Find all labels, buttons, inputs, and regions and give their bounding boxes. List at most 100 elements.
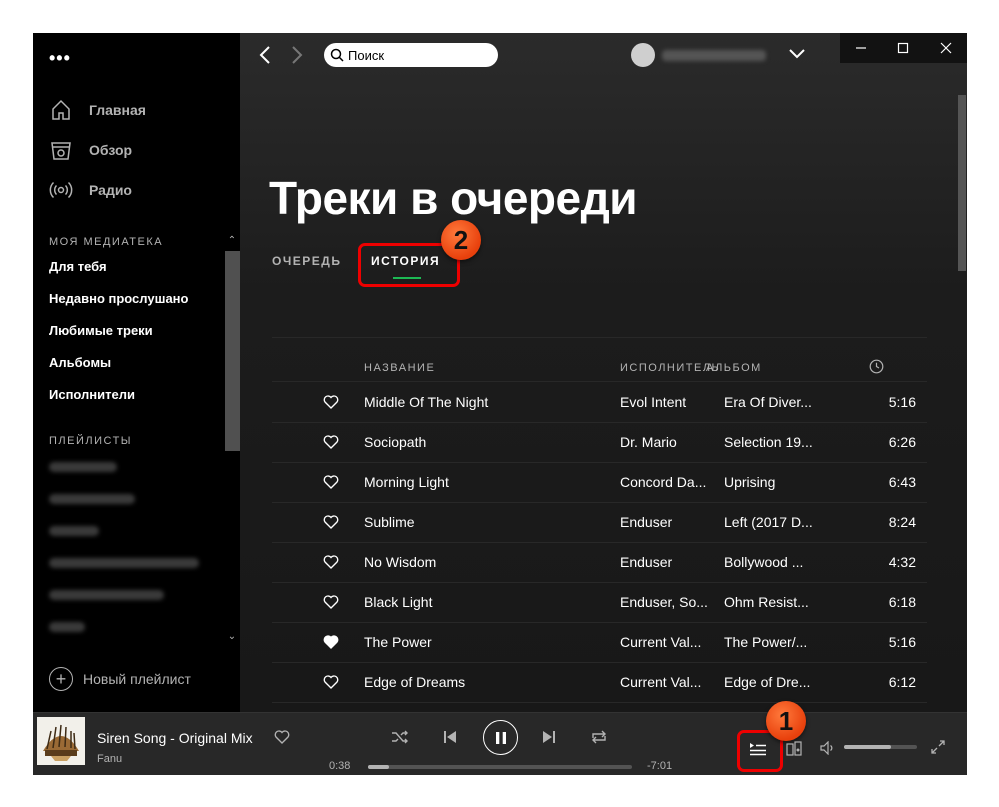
- track-artist[interactable]: Enduser: [620, 554, 718, 570]
- username-blurred[interactable]: [662, 50, 766, 61]
- now-playing-title[interactable]: Siren Song - Original Mix: [97, 730, 253, 746]
- library-item-recent[interactable]: Недавно прослушано: [49, 291, 188, 306]
- playlist-item-blurred[interactable]: [49, 526, 99, 536]
- track-artist[interactable]: Enduser: [620, 514, 718, 530]
- track-artist[interactable]: Current Val...: [620, 674, 718, 690]
- track-row[interactable]: Sociopath Dr. Mario Selection 19... 6:26: [272, 422, 927, 463]
- annotation-badge-1: 1: [766, 701, 806, 741]
- volume-slider[interactable]: [844, 745, 917, 749]
- sidebar-scroll-up-icon[interactable]: ⌃: [225, 235, 239, 246]
- home-icon: [52, 99, 70, 120]
- heart-icon[interactable]: [322, 633, 340, 651]
- track-album[interactable]: Ohm Resist...: [724, 594, 822, 610]
- back-arrow-icon[interactable]: [258, 44, 272, 71]
- track-title[interactable]: Middle Of The Night: [364, 394, 488, 410]
- volume-icon[interactable]: [818, 738, 838, 758]
- track-row[interactable]: Edge of Dreams Current Val... Edge of Dre.…: [272, 662, 927, 703]
- track-title[interactable]: Morning Light: [364, 474, 449, 490]
- track-duration: 6:43: [888, 474, 916, 490]
- menu-ellipsis-icon[interactable]: •••: [49, 48, 71, 69]
- heart-icon[interactable]: [322, 673, 340, 691]
- nav-home[interactable]: Главная: [49, 98, 146, 122]
- shuffle-icon[interactable]: [390, 727, 410, 747]
- track-title[interactable]: The Power: [364, 634, 432, 650]
- playlist-item-blurred[interactable]: [49, 622, 85, 632]
- track-row[interactable]: No Wisdom Enduser Bollywood ... 4:32: [272, 542, 927, 583]
- sidebar-scrollbar[interactable]: [225, 251, 240, 451]
- track-row[interactable]: Sublime Enduser Left (2017 D... 8:24: [272, 502, 927, 543]
- now-playing-artist[interactable]: Fanu: [97, 753, 122, 765]
- heart-icon[interactable]: [322, 553, 340, 571]
- forward-arrow-icon[interactable]: [290, 44, 304, 71]
- pause-button[interactable]: [483, 720, 518, 755]
- nav-browse[interactable]: Обзор: [49, 138, 132, 162]
- annotation-badge-2: 2: [441, 220, 481, 260]
- album-cover[interactable]: [37, 717, 85, 765]
- search-input[interactable]: Поиск: [324, 43, 498, 67]
- close-icon[interactable]: [925, 33, 967, 63]
- plus-icon: +: [49, 667, 73, 691]
- progress-bar[interactable]: [368, 765, 632, 769]
- maximize-icon[interactable]: [882, 33, 924, 63]
- track-duration: 6:26: [888, 434, 916, 450]
- track-title[interactable]: Black Light: [364, 594, 432, 610]
- heart-icon[interactable]: [322, 513, 340, 531]
- track-row[interactable]: Morning Light Concord Da... Uprising 6:43: [272, 462, 927, 503]
- track-artist[interactable]: Dr. Mario: [620, 434, 718, 450]
- pause-icon: [495, 731, 506, 744]
- library-item-artists[interactable]: Исполнители: [49, 387, 135, 402]
- heart-icon[interactable]: [322, 473, 340, 491]
- playlist-item-blurred[interactable]: [49, 462, 117, 472]
- sidebar: ••• Главная Обзор Радио МОЯ МЕДИАТЕКА ⌃ …: [33, 33, 240, 712]
- column-album[interactable]: АЛЬБОМ: [706, 362, 762, 374]
- fullscreen-icon[interactable]: [928, 737, 948, 757]
- track-album[interactable]: Left (2017 D...: [724, 514, 822, 530]
- main-scrollbar[interactable]: [958, 95, 966, 271]
- new-playlist-button[interactable]: + Новый плейлист: [49, 667, 191, 691]
- playlist-item-blurred[interactable]: [49, 558, 199, 568]
- track-album[interactable]: Uprising: [724, 474, 822, 490]
- avatar[interactable]: [631, 43, 655, 67]
- repeat-icon[interactable]: [589, 727, 609, 747]
- track-title[interactable]: Sociopath: [364, 434, 426, 450]
- devices-icon[interactable]: [784, 739, 804, 759]
- track-album[interactable]: Bollywood ...: [724, 554, 822, 570]
- track-title[interactable]: Edge of Dreams: [364, 674, 465, 690]
- next-track-icon[interactable]: [539, 727, 559, 747]
- progress-fill: [368, 765, 390, 769]
- clock-icon[interactable]: [869, 359, 884, 377]
- radio-icon: [49, 181, 73, 199]
- elapsed-time: 0:38: [329, 760, 351, 772]
- chevron-down-icon[interactable]: [788, 47, 806, 65]
- track-album[interactable]: The Power/...: [724, 634, 822, 650]
- track-row[interactable]: Black Light Enduser, So... Ohm Resist... 6:…: [272, 582, 927, 623]
- library-item-liked-tracks[interactable]: Любимые треки: [49, 323, 153, 338]
- heart-icon[interactable]: [322, 593, 340, 611]
- track-artist[interactable]: Current Val...: [620, 634, 718, 650]
- tab-queue[interactable]: ОЧЕРЕДЬ: [272, 254, 341, 268]
- nav-radio[interactable]: Радио: [49, 178, 132, 202]
- playlist-item-blurred[interactable]: [49, 590, 164, 600]
- track-album[interactable]: Selection 19...: [724, 434, 822, 450]
- track-album[interactable]: Edge of Dre...: [724, 674, 822, 690]
- heart-icon[interactable]: [273, 728, 291, 751]
- library-item-for-you[interactable]: Для тебя: [49, 259, 107, 274]
- track-row[interactable]: The Power Current Val... The Power/... 5:16: [272, 622, 927, 663]
- track-row[interactable]: Middle Of The Night Evol Intent Era Of Div…: [272, 382, 927, 423]
- track-artist[interactable]: Evol Intent: [620, 394, 718, 410]
- track-artist[interactable]: Enduser, So...: [620, 594, 718, 610]
- heart-icon[interactable]: [322, 393, 340, 411]
- column-title[interactable]: НАЗВАНИЕ: [364, 362, 435, 374]
- table-top-divider: [272, 337, 927, 338]
- track-title[interactable]: No Wisdom: [364, 554, 436, 570]
- library-item-albums[interactable]: Альбомы: [49, 355, 111, 370]
- track-artist[interactable]: Concord Da...: [620, 474, 718, 490]
- track-album[interactable]: Era Of Diver...: [724, 394, 822, 410]
- nav-home-label: Главная: [89, 102, 146, 118]
- minimize-icon[interactable]: [840, 33, 882, 63]
- heart-icon[interactable]: [322, 433, 340, 451]
- playlist-item-blurred[interactable]: [49, 494, 135, 504]
- sidebar-scroll-down-icon[interactable]: ⌄: [225, 631, 239, 642]
- previous-track-icon[interactable]: [440, 727, 460, 747]
- track-title[interactable]: Sublime: [364, 514, 415, 530]
